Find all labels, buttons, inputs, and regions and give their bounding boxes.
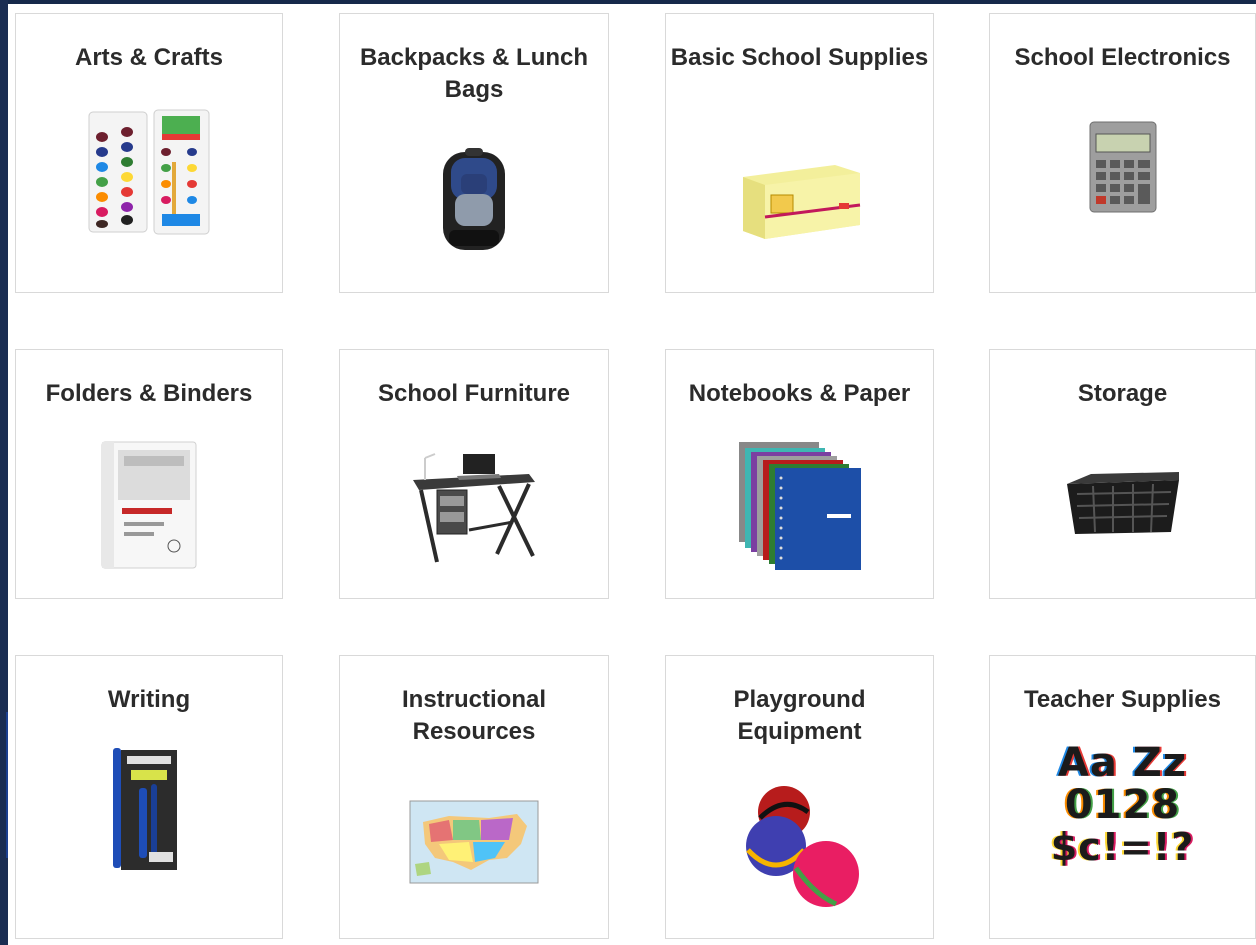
category-tile-arts-crafts[interactable]: Arts & Crafts xyxy=(15,13,283,293)
calculator-icon xyxy=(990,120,1255,215)
category-title: School Electronics xyxy=(1014,44,1231,71)
category-tile-notebooks-paper[interactable]: Notebooks & Paper xyxy=(665,349,934,599)
category-title: Notebooks & Paper xyxy=(688,380,911,407)
us-map-icon xyxy=(340,800,608,884)
category-tile-basic-school-supplies[interactable]: Basic School Supplies xyxy=(665,13,934,293)
storage-basket-icon xyxy=(990,470,1255,540)
pen-pack-icon xyxy=(16,748,282,873)
category-title: Basic School Supplies xyxy=(670,44,929,71)
category-tile-school-furniture[interactable]: School Furniture xyxy=(339,349,609,599)
category-title: Playground Equipment xyxy=(733,686,866,745)
category-tile-storage[interactable]: Storage xyxy=(989,349,1256,599)
category-tile-folders-binders[interactable]: Folders & Binders xyxy=(15,349,283,599)
letters-numbers-icon: Aa Zz 0128 $c!=!? xyxy=(990,742,1255,868)
desk-icon xyxy=(340,446,608,566)
binder-icon xyxy=(16,438,282,573)
category-title: Writing xyxy=(107,686,191,713)
balls-icon xyxy=(666,784,933,909)
category-tile-teacher-supplies[interactable]: Teacher Supplies Aa Zz 0128 $c!=!? xyxy=(989,655,1256,939)
category-title: Backpacks & Lunch Bags xyxy=(359,44,589,103)
sticky-notes-icon xyxy=(666,159,933,244)
category-tile-writing[interactable]: Writing xyxy=(15,655,283,939)
glyph-line: $c!=!? xyxy=(1050,825,1195,869)
category-tile-playground-equipment[interactable]: Playground Equipment xyxy=(665,655,934,939)
category-tile-school-electronics[interactable]: School Electronics xyxy=(989,13,1256,293)
category-tile-backpacks[interactable]: Backpacks & Lunch Bags xyxy=(339,13,609,293)
notebooks-icon xyxy=(666,438,933,573)
category-title: Arts & Crafts xyxy=(74,44,224,71)
glyph-line: 0128 xyxy=(1064,782,1181,828)
category-title: School Furniture xyxy=(378,380,570,407)
glyph-line: Aa Zz xyxy=(1057,740,1188,786)
category-title: Teacher Supplies xyxy=(1024,686,1221,713)
category-title: Folders & Binders xyxy=(45,380,253,407)
category-grid: Arts & Crafts Backpacks & Lunch Bags Bas… xyxy=(8,4,1256,945)
category-title: Instructional Resources xyxy=(401,686,546,745)
category-title: Storage xyxy=(1077,380,1168,407)
category-tile-instructional-resources[interactable]: Instructional Resources xyxy=(339,655,609,939)
watercolor-paint-icon xyxy=(16,102,282,237)
backpack-icon xyxy=(340,144,608,254)
